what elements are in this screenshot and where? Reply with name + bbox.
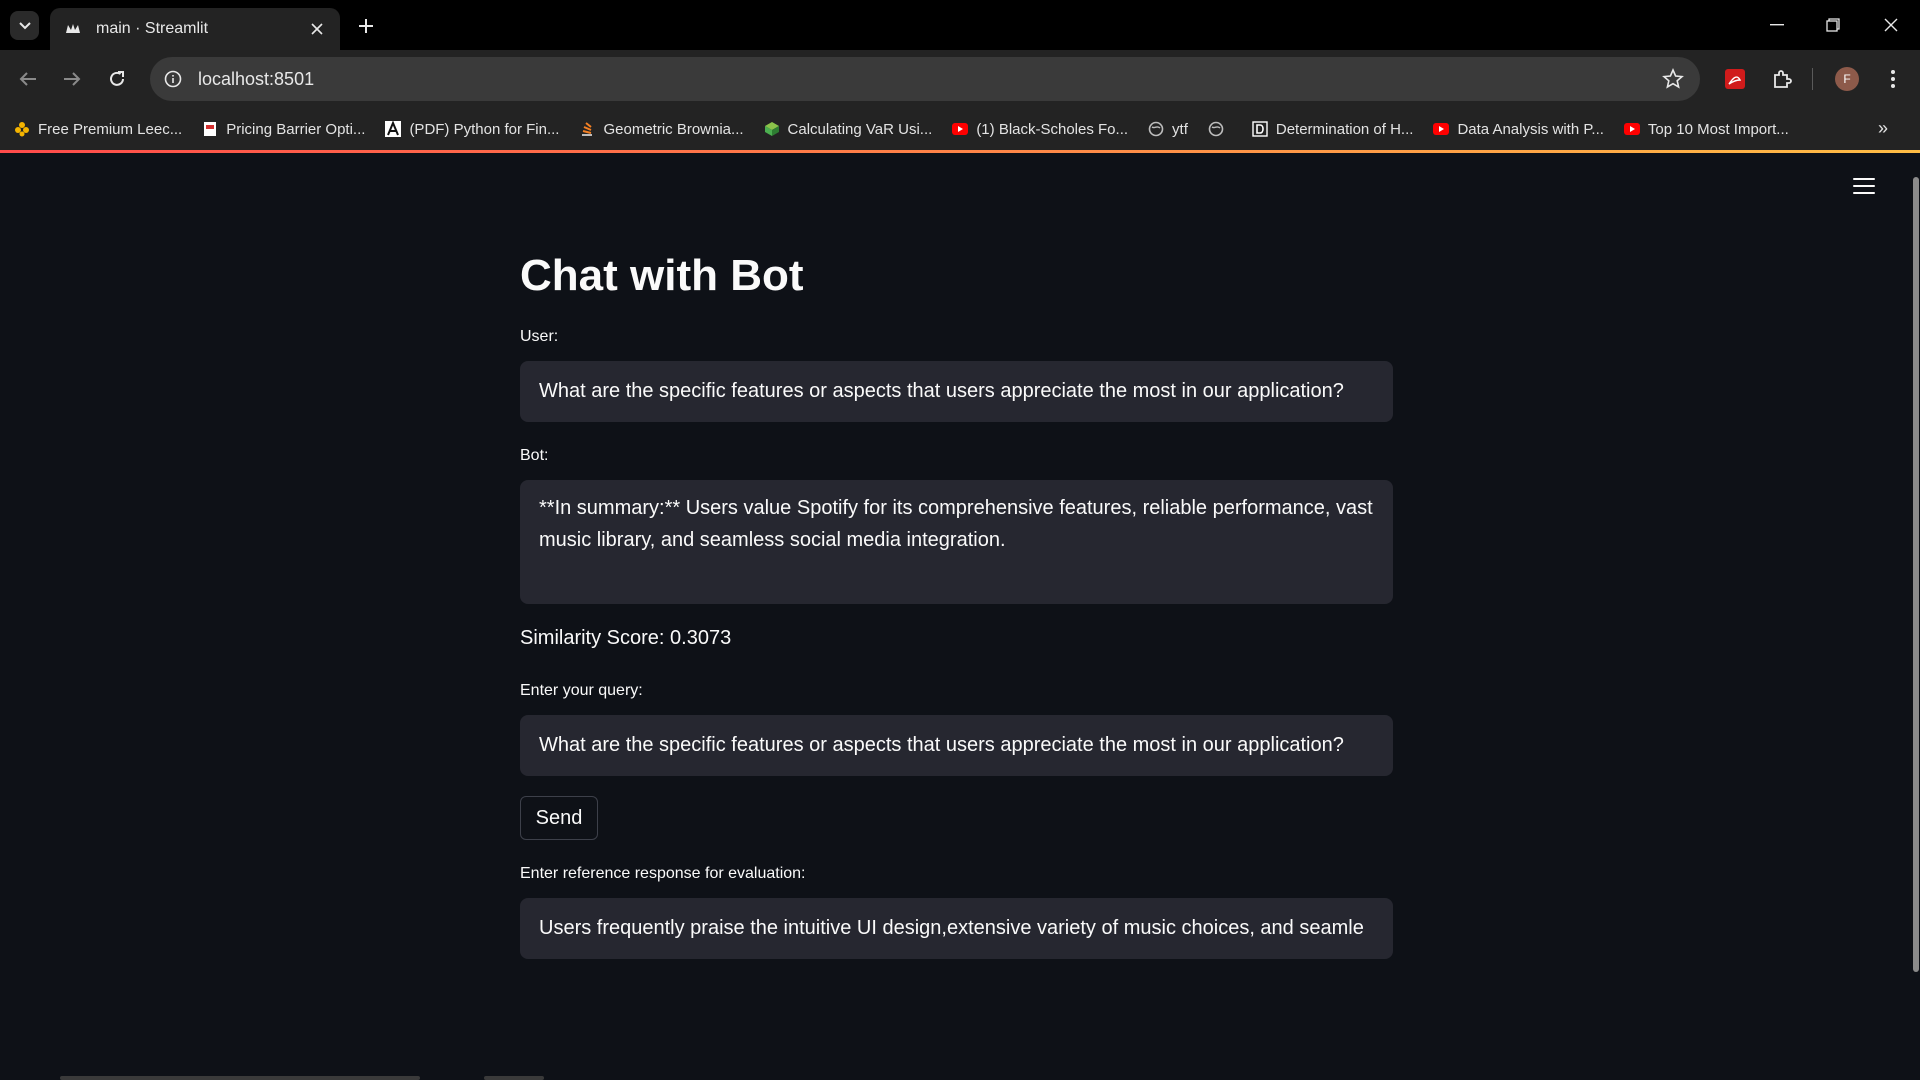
query-input[interactable]: What are the specific features or aspect… xyxy=(520,715,1393,776)
bookmark-label: Geometric Brownia... xyxy=(603,120,744,138)
arrow-left-icon xyxy=(19,72,36,86)
forward-button[interactable] xyxy=(56,63,88,95)
site-info-icon[interactable] xyxy=(164,70,182,88)
user-label: User: xyxy=(520,328,559,345)
tab-strip: main · Streamlit xyxy=(0,0,1920,50)
bookmark-item[interactable]: Top 10 Most Import... xyxy=(1623,120,1789,138)
streamlit-crown-icon xyxy=(64,20,82,38)
bot-response-textarea[interactable]: **In summary:** Users value Spotify for … xyxy=(520,480,1393,604)
close-tab-icon[interactable] xyxy=(308,20,326,38)
chevron-down-icon xyxy=(18,21,31,29)
minimize-icon xyxy=(1770,24,1784,26)
bookmark-item[interactable]: Calculating VaR Usi... xyxy=(764,120,933,138)
back-button[interactable] xyxy=(12,63,44,95)
globe-icon xyxy=(1148,121,1164,137)
d-icon xyxy=(1252,121,1268,137)
query-label: Enter your query: xyxy=(520,682,643,699)
bookmark-label: Pricing Barrier Opti... xyxy=(226,120,366,138)
bookmark-label: (PDF) Python for Fin... xyxy=(409,120,560,138)
reference-response-input[interactable]: Users frequently praise the intuitive UI… xyxy=(520,898,1393,959)
youtube-icon xyxy=(1433,121,1450,137)
globe-icon xyxy=(1208,121,1224,137)
tab-title: main · Streamlit xyxy=(96,20,209,37)
document-icon xyxy=(202,121,218,137)
bookmark-star-icon[interactable] xyxy=(1662,68,1684,90)
tab-main-streamlit[interactable]: main · Streamlit xyxy=(50,8,340,50)
restore-button[interactable] xyxy=(1813,8,1853,42)
more-bookmarks-chevron-icon[interactable]: » xyxy=(1878,118,1888,139)
plus-icon xyxy=(359,19,373,33)
bookmark-item[interactable]: Determination of H... xyxy=(1252,120,1414,138)
page-title: Chat with Bot xyxy=(520,251,804,300)
bookmark-item[interactable]: (PDF) Python for Fin... xyxy=(385,121,559,138)
restore-icon xyxy=(1826,18,1840,32)
bookmarks-bar: Free Premium Leec... Pricing Barrier Opti… xyxy=(0,108,1920,150)
bookmark-label: Free Premium Leec... xyxy=(38,120,183,138)
bookmark-item[interactable] xyxy=(1208,121,1232,137)
youtube-icon xyxy=(952,121,969,137)
streamlit-app: Chat with Bot User: What are the specifi… xyxy=(0,153,1920,1080)
url-text[interactable]: localhost:8501 xyxy=(198,69,314,90)
new-tab-button[interactable] xyxy=(352,12,380,40)
bot-response-text: **In summary:** Users value Spotify for … xyxy=(539,497,1373,551)
bot-label: Bot: xyxy=(520,447,549,464)
toolbar-separator xyxy=(1812,68,1813,90)
minimize-button[interactable] xyxy=(1757,8,1797,42)
extensions-puzzle-icon[interactable] xyxy=(1767,64,1797,94)
horizontal-scroll-indicator xyxy=(60,1076,420,1080)
query-text: What are the specific features or aspect… xyxy=(539,734,1344,756)
bookmark-item[interactable]: Pricing Barrier Opti... xyxy=(202,121,365,138)
bookmark-label: (1) Black-Scholes Fo... xyxy=(976,120,1129,138)
user-message-text: What are the specific features or aspect… xyxy=(539,380,1344,402)
flower-icon xyxy=(14,121,30,137)
cube-icon xyxy=(764,121,780,137)
bookmark-label: Calculating VaR Usi... xyxy=(787,120,933,138)
reference-label: Enter reference response for evaluation: xyxy=(520,865,806,882)
reload-button[interactable] xyxy=(101,63,133,95)
send-button[interactable]: Send xyxy=(520,796,598,840)
bookmark-item[interactable]: Free Premium Leec... xyxy=(14,121,182,138)
user-message-input[interactable]: What are the specific features or aspect… xyxy=(520,361,1393,422)
reference-response-text: Users frequently praise the intuitive UI… xyxy=(539,917,1364,939)
stack-icon xyxy=(579,121,595,137)
bookmark-item[interactable]: ytf xyxy=(1148,121,1188,138)
vertical-scrollbar[interactable] xyxy=(1913,177,1919,972)
youtube-icon xyxy=(1623,121,1640,137)
reload-icon xyxy=(110,71,124,86)
bookmark-label: Top 10 Most Import... xyxy=(1647,120,1789,138)
close-icon xyxy=(1884,18,1898,32)
tab-search-button[interactable] xyxy=(10,11,39,40)
arrow-right-icon xyxy=(64,72,81,86)
browser-menu-kebab-icon[interactable] xyxy=(1878,64,1908,94)
similarity-score: Similarity Score: 0.3073 xyxy=(520,627,732,649)
bookmark-label: Determination of H... xyxy=(1275,120,1414,138)
bookmark-item[interactable]: Data Analysis with P... xyxy=(1433,120,1604,138)
bookmark-label: ytf xyxy=(1172,120,1188,138)
main-menu-hamburger-icon[interactable] xyxy=(1853,178,1875,196)
bookmark-item[interactable]: Geometric Brownia... xyxy=(579,120,744,138)
bookmark-item[interactable]: (1) Black-Scholes Fo... xyxy=(952,121,1128,138)
profile-avatar[interactable]: F xyxy=(1835,67,1859,91)
pdf-extension-icon[interactable] xyxy=(1720,64,1750,94)
close-window-button[interactable] xyxy=(1871,8,1911,42)
horizontal-scroll-indicator-secondary xyxy=(484,1076,544,1080)
bookmark-label: Data Analysis with P... xyxy=(1457,120,1604,138)
academia-icon xyxy=(385,121,402,137)
address-bar[interactable]: localhost:8501 xyxy=(150,57,1700,101)
